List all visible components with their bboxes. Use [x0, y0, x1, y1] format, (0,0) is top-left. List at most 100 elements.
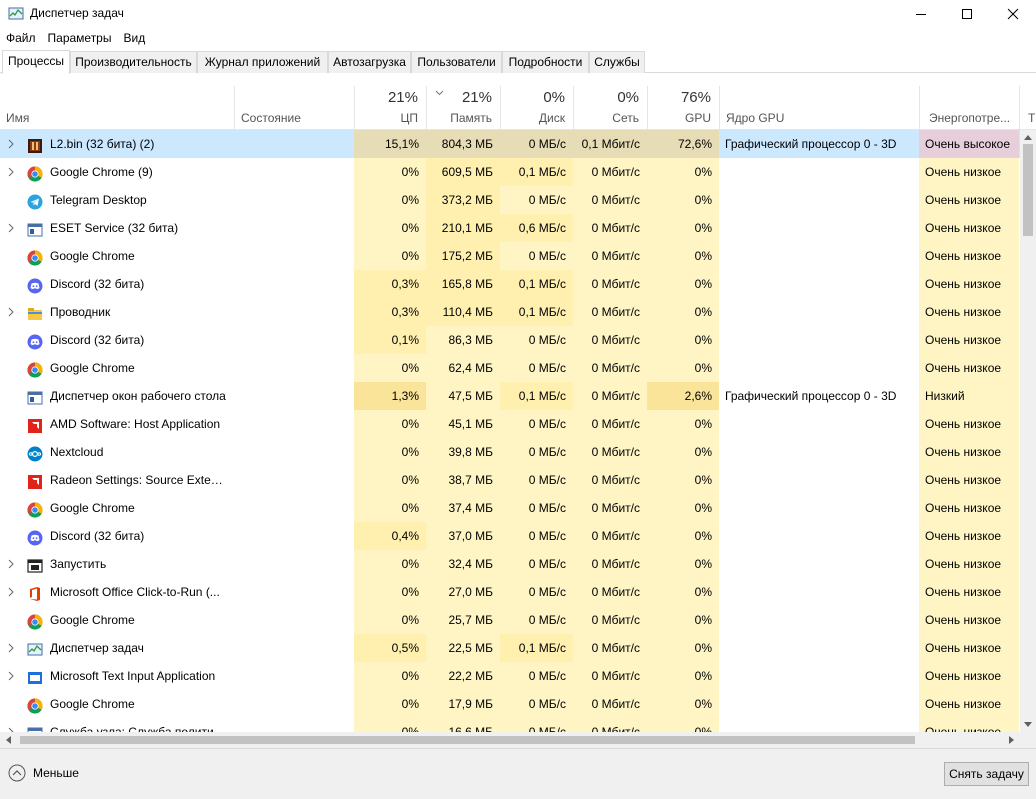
- chevron-right-icon[interactable]: [6, 643, 16, 653]
- scroll-right-icon[interactable]: [1009, 736, 1015, 744]
- table-row[interactable]: Google Chrome 0% 17,9 МБ 0 МБ/с 0 Мбит/с 0% Оч…: [0, 690, 1020, 718]
- process-memory: 210,1 МБ: [426, 214, 500, 242]
- menu-file[interactable]: Файл: [0, 28, 42, 48]
- discord-icon: [27, 332, 43, 350]
- minimize-button[interactable]: [898, 0, 944, 28]
- column-power[interactable]: Энергопотре...: [919, 86, 1019, 130]
- scroll-up-icon[interactable]: [1024, 134, 1032, 140]
- vertical-scroll-thumb[interactable]: [1023, 144, 1033, 236]
- process-cpu: 0%: [354, 690, 426, 718]
- chevron-right-icon[interactable]: [6, 307, 16, 317]
- column-gpu-engine[interactable]: Ядро GPU: [719, 86, 919, 130]
- process-cpu: 0%: [354, 550, 426, 578]
- process-name: Служба узла: Служба политик...: [50, 725, 228, 732]
- telegram-icon: [27, 192, 43, 210]
- scrollbar-corner: [1020, 732, 1036, 748]
- chevron-right-icon[interactable]: [6, 223, 16, 233]
- menu-bar: Файл Параметры Вид: [0, 28, 151, 48]
- process-disk: 0 МБ/с: [500, 550, 573, 578]
- tab-startup[interactable]: Автозагрузка: [328, 51, 411, 73]
- tab-users[interactable]: Пользователи: [411, 51, 502, 73]
- chevron-right-icon[interactable]: [6, 559, 16, 569]
- column-gpu[interactable]: 76% GPU: [647, 86, 719, 130]
- table-row[interactable]: AMD Software: Host Application 0% 45,1 МБ 0…: [0, 410, 1020, 438]
- table-row[interactable]: Google Chrome 0% 62,4 МБ 0 МБ/с 0 Мбит/с 0% Оч…: [0, 354, 1020, 382]
- process-power: Очень низкое: [919, 298, 1019, 326]
- table-row[interactable]: ESET Service (32 бита) 0% 210,1 МБ 0,6 МБ/с…: [0, 214, 1020, 242]
- process-power: Очень низкое: [919, 466, 1019, 494]
- l2-game-icon: [27, 136, 43, 153]
- vertical-scrollbar[interactable]: [1020, 130, 1036, 732]
- process-network: 0 Мбит/с: [573, 466, 647, 494]
- tab-app-history[interactable]: Журнал приложений: [197, 51, 328, 73]
- process-name-cell: Discord (32 бита): [0, 326, 234, 354]
- end-task-button[interactable]: Снять задачу: [944, 762, 1029, 786]
- process-network: 0 Мбит/с: [573, 382, 647, 410]
- table-row[interactable]: Диспетчер окон рабочего стола 1,3% 47,5 МБ…: [0, 382, 1020, 410]
- process-power: Очень низкое: [919, 242, 1019, 270]
- process-gpu-engine: [719, 690, 919, 718]
- tab-processes[interactable]: Процессы: [2, 50, 70, 74]
- chevron-right-icon[interactable]: [6, 167, 16, 177]
- chevron-right-icon[interactable]: [6, 139, 16, 149]
- chevron-right-icon[interactable]: [6, 587, 16, 597]
- horizontal-scroll-thumb[interactable]: [20, 736, 915, 744]
- process-cpu: 1,3%: [354, 382, 426, 410]
- table-row[interactable]: Диспетчер задач 0,5% 22,5 МБ 0,1 МБ/с 0 Мбит…: [0, 634, 1020, 662]
- tab-performance[interactable]: Производительность: [70, 51, 197, 73]
- process-gpu: 0%: [647, 326, 719, 354]
- column-disk[interactable]: 0% Диск: [500, 86, 573, 130]
- process-gpu: 0%: [647, 466, 719, 494]
- process-cpu: 0%: [354, 354, 426, 382]
- tab-details[interactable]: Подробности: [502, 51, 589, 73]
- table-row[interactable]: Microsoft Office Click-to-Run (... 0% 27,0…: [0, 578, 1020, 606]
- process-gpu-engine: [719, 718, 919, 732]
- table-row[interactable]: Google Chrome (9) 0% 609,5 МБ 0,1 МБ/с 0 Мби…: [0, 158, 1020, 186]
- column-cpu[interactable]: 21% ЦП: [354, 86, 426, 130]
- column-power-trend[interactable]: Т: [1019, 86, 1036, 130]
- process-gpu: 0%: [647, 718, 719, 732]
- fewer-details-button[interactable]: Меньше: [8, 764, 79, 782]
- process-disk: 0 МБ/с: [500, 186, 573, 214]
- process-memory: 62,4 МБ: [426, 354, 500, 382]
- table-row[interactable]: Microsoft Text Input Application 0% 22,2 М…: [0, 662, 1020, 690]
- process-name-cell: Microsoft Office Click-to-Run (...: [0, 578, 234, 606]
- maximize-button[interactable]: [944, 0, 990, 28]
- column-network[interactable]: 0% Сеть: [573, 86, 647, 130]
- table-row[interactable]: Discord (32 бита) 0,1% 86,3 МБ 0 МБ/с 0 Мбит…: [0, 326, 1020, 354]
- process-name-cell: L2.bin (32 бита) (2): [0, 130, 234, 158]
- menu-view[interactable]: Вид: [117, 28, 151, 48]
- process-gpu-engine: [719, 522, 919, 550]
- process-name: Google Chrome: [50, 249, 135, 263]
- horizontal-scrollbar[interactable]: [0, 732, 1020, 748]
- close-button[interactable]: [990, 0, 1036, 28]
- scroll-down-icon[interactable]: [1024, 722, 1032, 728]
- amd-icon: [27, 416, 43, 433]
- table-row[interactable]: Служба узла: Служба политик... 0% 16,6 МБ 0…: [0, 718, 1020, 732]
- table-row[interactable]: Google Chrome 0% 37,4 МБ 0 МБ/с 0 Мбит/с 0% Оч…: [0, 494, 1020, 522]
- table-row[interactable]: Discord (32 бита) 0,3% 165,8 МБ 0,1 МБ/с 0 М…: [0, 270, 1020, 298]
- table-row[interactable]: Nextcloud 0% 39,8 МБ 0 МБ/с 0 Мбит/с 0% Очень …: [0, 438, 1020, 466]
- process-status: [234, 326, 354, 354]
- tab-services[interactable]: Службы: [589, 51, 645, 73]
- table-row[interactable]: Google Chrome 0% 175,2 МБ 0 МБ/с 0 Мбит/с 0% О…: [0, 242, 1020, 270]
- column-memory[interactable]: 21% Память: [426, 86, 500, 130]
- column-name[interactable]: Имя: [0, 86, 234, 130]
- table-row[interactable]: Запустить 0% 32,4 МБ 0 МБ/с 0 Мбит/с 0% Очень …: [0, 550, 1020, 578]
- scroll-left-icon[interactable]: [5, 736, 11, 744]
- process-memory: 25,7 МБ: [426, 606, 500, 634]
- table-row[interactable]: Telegram Desktop 0% 373,2 МБ 0 МБ/с 0 Мбит/с…: [0, 186, 1020, 214]
- service-icon: [27, 220, 43, 237]
- table-row[interactable]: L2.bin (32 бита) (2) 15,1% 804,3 МБ 0 МБ/с 0…: [0, 130, 1020, 158]
- column-status[interactable]: Состояние: [234, 86, 354, 130]
- chevron-right-icon[interactable]: [6, 671, 16, 681]
- process-cpu: 0%: [354, 606, 426, 634]
- table-row[interactable]: Google Chrome 0% 25,7 МБ 0 МБ/с 0 Мбит/с 0% Оч…: [0, 606, 1020, 634]
- table-row[interactable]: Radeon Settings: Source Extensi... 0% 38,7…: [0, 466, 1020, 494]
- table-row[interactable]: Discord (32 бита) 0,4% 37,0 МБ 0 МБ/с 0 Мбит…: [0, 522, 1020, 550]
- table-row[interactable]: Проводник 0,3% 110,4 МБ 0,1 МБ/с 0 Мбит/с 0% О…: [0, 298, 1020, 326]
- menu-options[interactable]: Параметры: [42, 28, 118, 48]
- tab-bar: Процессы Производительность Журнал прило…: [0, 50, 1036, 74]
- process-power: Очень низкое: [919, 326, 1019, 354]
- process-power: Очень низкое: [919, 634, 1019, 662]
